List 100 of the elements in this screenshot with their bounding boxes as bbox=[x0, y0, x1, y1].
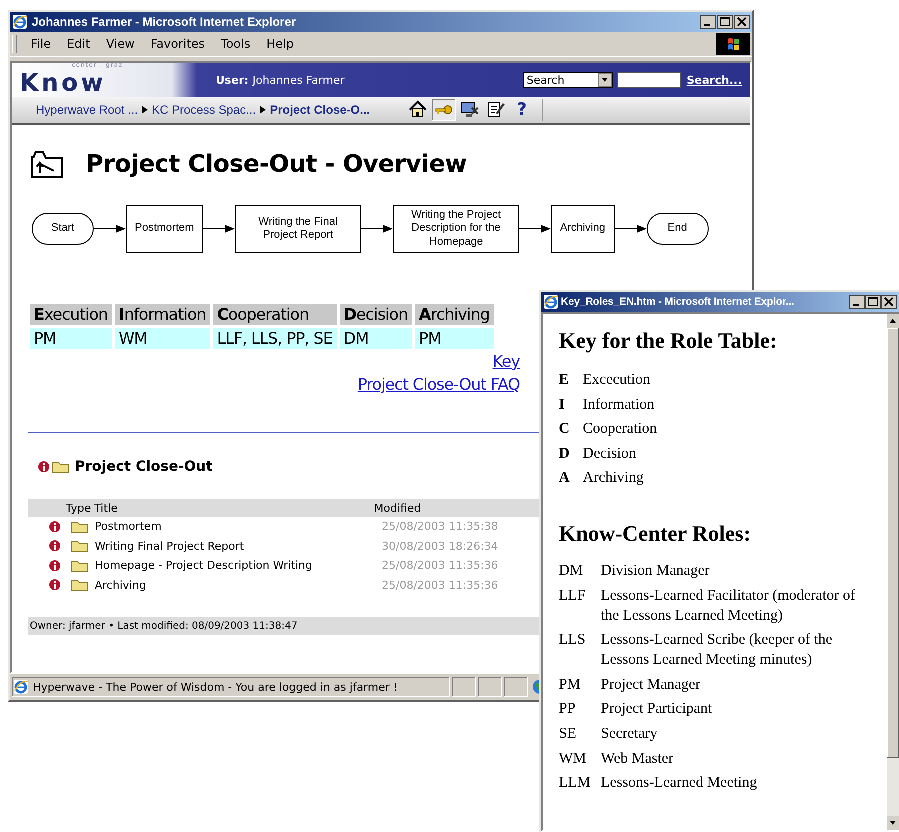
key-meaning: Cooperation bbox=[583, 421, 658, 440]
menu-item[interactable]: View bbox=[100, 35, 141, 53]
flow-step: Postmortem bbox=[126, 205, 204, 253]
role-abbreviation: PM bbox=[559, 676, 582, 695]
breadcrumb-link[interactable]: KC Process Spac... bbox=[152, 103, 256, 117]
breadcrumb-link[interactable]: Project Close-O... bbox=[270, 103, 370, 117]
page-title: Project Close-Out - Overview bbox=[86, 150, 468, 178]
search-link[interactable]: Search... bbox=[686, 74, 742, 86]
column-header: Modified bbox=[374, 502, 422, 514]
flow-terminal: End bbox=[646, 213, 709, 245]
table-cell: PM bbox=[415, 328, 494, 349]
menu-item[interactable]: Help bbox=[260, 35, 300, 53]
notepad-pencil-icon bbox=[486, 100, 506, 120]
role-abbreviation: DM bbox=[559, 562, 584, 581]
role-name: Division Manager bbox=[601, 562, 711, 581]
home-icon bbox=[408, 100, 428, 120]
key-letter: D bbox=[559, 446, 571, 464]
role-name: Project Participant bbox=[601, 700, 714, 720]
info-icon[interactable] bbox=[49, 540, 61, 552]
flow-terminal: Start bbox=[32, 213, 94, 245]
triangle-right-icon bbox=[142, 106, 148, 114]
menu-item[interactable]: Favorites bbox=[144, 35, 212, 53]
flow-step: Writing the Project Description for the Homepage bbox=[393, 205, 520, 253]
table-cell: WM bbox=[114, 328, 210, 349]
column-header: Cooperation bbox=[213, 304, 337, 325]
key-letter: E bbox=[559, 372, 570, 390]
search-dropdown[interactable]: Search bbox=[522, 72, 613, 88]
scroll-up-icon bbox=[887, 314, 899, 328]
connector-arrow bbox=[519, 224, 552, 234]
user-label: User: bbox=[216, 74, 249, 86]
status-panel bbox=[504, 677, 528, 697]
connector-arrow bbox=[614, 224, 647, 234]
page-link[interactable]: Key bbox=[492, 352, 520, 371]
menu-item[interactable]: Tools bbox=[215, 35, 257, 53]
maximize-icon[interactable] bbox=[717, 15, 733, 29]
maximize-icon[interactable] bbox=[865, 295, 881, 309]
file-link[interactable]: Archiving bbox=[95, 578, 382, 592]
connector-arrow bbox=[94, 224, 126, 234]
modified-date: 25/08/2003 11:35:36 bbox=[382, 559, 498, 572]
flow-step: Writing the Final Project Report bbox=[235, 205, 362, 253]
column-header: Type bbox=[66, 502, 92, 514]
role-abbreviation: PP bbox=[559, 700, 577, 720]
key-meaning: Information bbox=[583, 396, 655, 415]
scrollbar-thumb[interactable] bbox=[887, 328, 899, 758]
minimize-icon[interactable] bbox=[849, 295, 865, 309]
key-button[interactable] bbox=[432, 99, 456, 121]
column-header: Archiving bbox=[415, 304, 494, 325]
scrollbar[interactable] bbox=[887, 314, 899, 830]
file-link[interactable]: Postmortem bbox=[95, 520, 382, 534]
folder-up-icon bbox=[30, 149, 64, 179]
help-button[interactable]: ? bbox=[510, 99, 534, 121]
connector-arrow bbox=[361, 224, 394, 234]
key-meaning: Archiving bbox=[583, 470, 644, 488]
computer-icon bbox=[460, 100, 480, 120]
role-name: Project Manager bbox=[601, 676, 702, 695]
table-cell: LLF, LLS, PP, SE bbox=[213, 328, 337, 349]
search-field[interactable] bbox=[616, 72, 681, 88]
minimize-icon[interactable] bbox=[700, 15, 716, 29]
key-meaning: Excecution bbox=[583, 372, 650, 390]
window-title: Johannes Farmer - Microsoft Internet Explorer bbox=[32, 15, 298, 29]
status-text: Hyperwave - The Power of Wisdom - You are logged in as jfarmer ! bbox=[33, 680, 398, 694]
column-header: Information bbox=[114, 304, 210, 325]
role-abbreviation: WM bbox=[559, 750, 588, 769]
file-link[interactable]: Writing Final Project Report bbox=[95, 540, 382, 553]
role-name: Secretary bbox=[601, 724, 659, 744]
info-icon[interactable] bbox=[49, 579, 61, 592]
browser-icon bbox=[543, 294, 559, 310]
window-title: Key_Roles_EN.htm - Microsoft Internet Explor... bbox=[561, 296, 796, 308]
heading: Key for the Role Table: bbox=[559, 328, 778, 354]
triangle-right-icon bbox=[260, 106, 266, 114]
close-icon[interactable] bbox=[734, 15, 750, 29]
menu-item[interactable]: File bbox=[25, 35, 58, 53]
close-icon[interactable] bbox=[881, 295, 897, 309]
user-name: Johannes Farmer bbox=[252, 74, 345, 86]
page-link[interactable]: Project Close-Out FAQ bbox=[358, 375, 520, 394]
page-icon bbox=[13, 679, 29, 695]
scroll-down-icon bbox=[887, 816, 899, 830]
status-panel bbox=[452, 677, 476, 697]
role-abbreviation: LLF bbox=[559, 586, 587, 606]
browser-icon bbox=[12, 14, 28, 30]
role-abbreviation: LLM bbox=[559, 774, 592, 794]
key-letter: I bbox=[559, 396, 566, 415]
role-name: Lessons-Learned Meeting bbox=[601, 774, 758, 794]
windows-logo-icon bbox=[716, 33, 750, 55]
menu-item[interactable]: Edit bbox=[61, 35, 96, 53]
column-header: Title bbox=[94, 502, 119, 514]
breadcrumb-link[interactable]: Hyperwave Root ... bbox=[36, 103, 138, 117]
info-icon[interactable] bbox=[49, 560, 61, 572]
folder-icon bbox=[71, 578, 89, 592]
folder-icon bbox=[52, 460, 70, 474]
key-meaning: Decision bbox=[583, 446, 636, 464]
folder-icon bbox=[71, 520, 89, 534]
modified-date: 25/08/2003 11:35:38 bbox=[382, 520, 498, 534]
role-abbreviation: SE bbox=[559, 724, 578, 744]
key-letter: A bbox=[559, 470, 571, 488]
flow-step: Archiving bbox=[551, 205, 615, 253]
column-header: Execution bbox=[30, 304, 112, 325]
info-icon[interactable] bbox=[49, 520, 61, 533]
table-cell: DM bbox=[340, 328, 412, 349]
file-link[interactable]: Homepage - Project Description Writing bbox=[95, 559, 382, 572]
